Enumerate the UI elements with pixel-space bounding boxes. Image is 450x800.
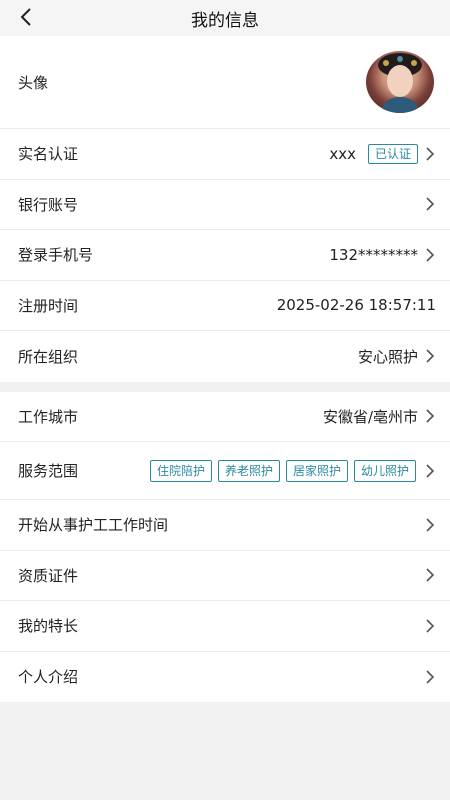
service-scope-row[interactable]: 服务范围 住院陪护 养老照护 居家照护 幼儿照护 <box>0 442 450 500</box>
org-label: 所在组织 <box>18 347 79 366</box>
scope-tag: 居家照护 <box>285 459 348 482</box>
chevron-left-icon <box>20 8 31 26</box>
chevron-right-icon <box>424 247 436 263</box>
scope-tags: 住院陪护 养老照护 居家照护 幼儿照护 <box>149 459 416 482</box>
register-label: 注册时间 <box>18 296 79 315</box>
chevron-right-icon <box>424 146 436 162</box>
chevron-right-icon <box>424 567 436 583</box>
city-value: 安徽省/亳州市 <box>322 407 418 426</box>
avatar-portrait-icon <box>378 53 422 113</box>
skills-row[interactable]: 我的特长 <box>0 601 450 652</box>
bank-account-row[interactable]: 银行账号 <box>0 179 450 230</box>
chevron-right-icon <box>424 517 436 533</box>
profile-section: 头像 实名认证 xxx 已认证 银行账号 登录手机号 132******** 注… <box>0 36 450 382</box>
work-city-row[interactable]: 工作城市 安徽省/亳州市 <box>0 391 450 442</box>
verified-badge: 已认证 <box>367 143 418 164</box>
realname-row[interactable]: 实名认证 xxx 已认证 <box>0 129 450 180</box>
chevron-right-icon <box>424 196 436 212</box>
scope-tag: 养老照护 <box>217 459 280 482</box>
scope-tag: 住院陪护 <box>149 459 212 482</box>
avatar[interactable] <box>366 51 434 113</box>
cert-label: 资质证件 <box>18 566 79 585</box>
page-title: 我的信息 <box>191 10 259 31</box>
register-time-row: 注册时间 2025-02-26 18:57:11 <box>0 280 450 331</box>
top-bar: 我的信息 <box>0 0 450 36</box>
chevron-right-icon <box>424 463 436 479</box>
intro-row[interactable]: 个人介绍 <box>0 651 450 702</box>
phone-value: 132******** <box>329 245 418 264</box>
back-button[interactable] <box>14 4 38 30</box>
skill-label: 我的特长 <box>18 617 79 636</box>
realname-value: xxx <box>329 144 356 163</box>
chevron-right-icon <box>424 348 436 364</box>
chevron-right-icon <box>424 408 436 424</box>
start-work-time-row[interactable]: 开始从事护工工作时间 <box>0 500 450 551</box>
avatar-label: 头像 <box>18 73 49 92</box>
avatar-row[interactable]: 头像 <box>0 36 450 129</box>
organization-row[interactable]: 所在组织 安心照护 <box>0 331 450 382</box>
city-label: 工作城市 <box>18 407 79 426</box>
work-section: 工作城市 安徽省/亳州市 服务范围 住院陪护 养老照护 居家照护 幼儿照护 开始… <box>0 391 450 702</box>
start-label: 开始从事护工工作时间 <box>18 516 169 535</box>
section-divider <box>0 381 450 392</box>
intro-label: 个人介绍 <box>18 668 79 687</box>
bank-label: 银行账号 <box>18 195 79 214</box>
chevron-right-icon <box>424 618 436 634</box>
scope-tag: 幼儿照护 <box>353 459 416 482</box>
register-value: 2025-02-26 18:57:11 <box>276 296 436 315</box>
scope-label: 服务范围 <box>18 462 79 480</box>
phone-label: 登录手机号 <box>18 246 94 265</box>
phone-row[interactable]: 登录手机号 132******** <box>0 230 450 281</box>
realname-label: 实名认证 <box>18 145 79 164</box>
certificate-row[interactable]: 资质证件 <box>0 550 450 601</box>
chevron-right-icon <box>424 669 436 685</box>
org-value: 安心照护 <box>357 347 418 366</box>
